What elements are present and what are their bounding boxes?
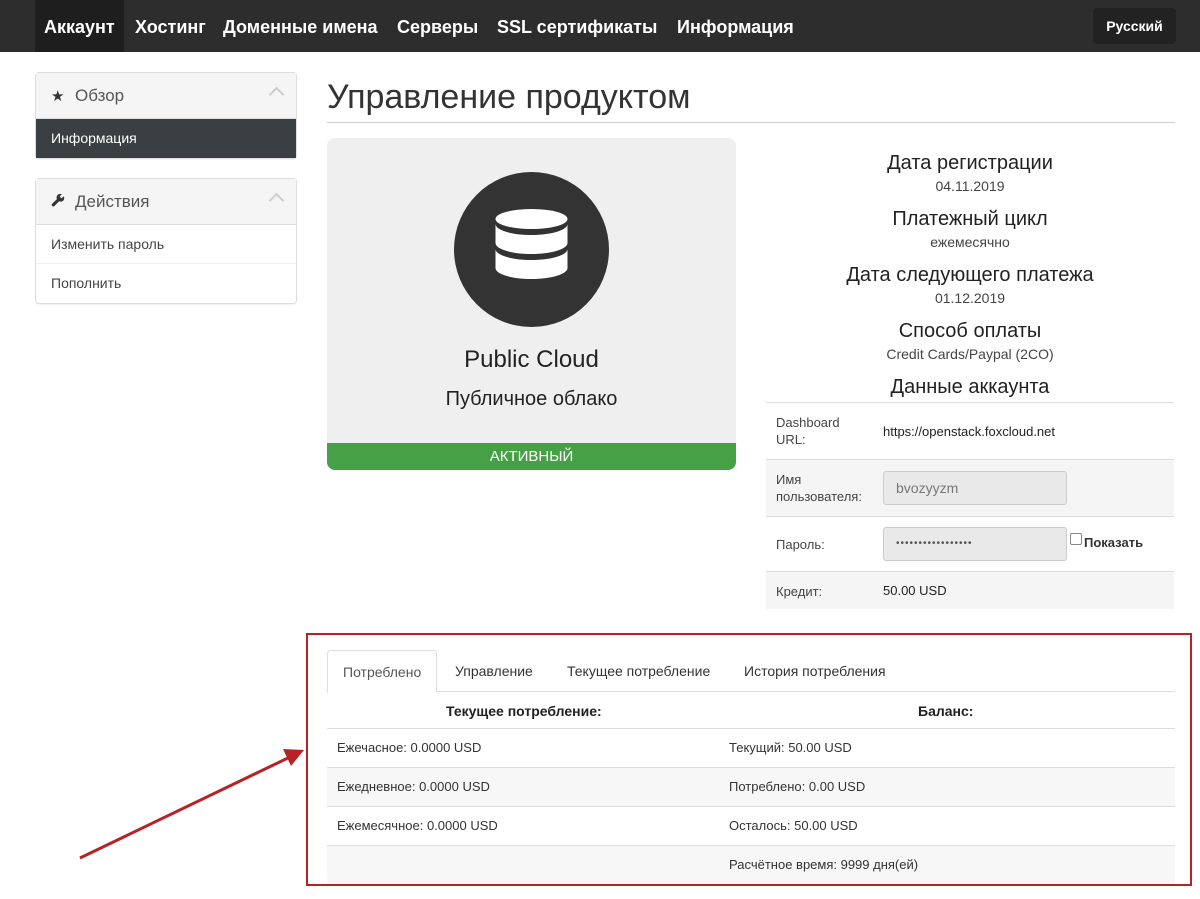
tab-bar: Потреблено Управление Текущее потреблени…: [327, 650, 1175, 693]
sidebar-item-information[interactable]: Информация: [36, 119, 296, 158]
table-row: Ежечасное: 0.0000 USD Текущий: 50.00 USD: [327, 728, 1175, 767]
panel-title-actions: Действия: [75, 192, 150, 211]
table-row: Ежедневное: 0.0000 USD Потреблено: 0.00 …: [327, 767, 1175, 806]
star-icon: ★: [51, 88, 65, 105]
database-icon: [454, 172, 609, 327]
next-payment-value: 01.12.2019: [934, 290, 1006, 306]
tab-management[interactable]: Управление: [440, 650, 548, 692]
dashboard-url-label: Dashboard URL:: [776, 414, 840, 448]
balance-header: Баланс:: [918, 703, 974, 719]
credit-value: 50.00 USD: [883, 583, 947, 598]
product-name: Public Cloud: [464, 346, 599, 373]
registration-date-value: 04.11.2019: [935, 178, 1005, 194]
nav-item-information[interactable]: Информация: [668, 0, 803, 52]
billing-cycle-label: Платежный цикл: [892, 208, 1048, 230]
account-row-password: Пароль: ••••••••••••••••• Показать: [766, 517, 1174, 572]
username-field[interactable]: bvozyyzm: [883, 471, 1067, 505]
show-password-checkbox[interactable]: [1070, 533, 1082, 545]
billing-cycle-value: ежемесячно: [930, 234, 1010, 250]
account-row-dashboard: Dashboard URL: https://openstack.foxclou…: [766, 403, 1174, 460]
current-consumption-header: Текущее потребление:: [446, 703, 602, 719]
billing-cycle-block: Платежный цикл ежемесячно: [766, 208, 1174, 250]
payment-method-label: Способ оплаты: [898, 320, 1042, 342]
estimated-time: Расчётное время: 9999 дня(ей): [729, 857, 919, 872]
registration-date-label: Дата регистрации: [887, 152, 1053, 174]
account-data-heading: Данные аккаунта: [890, 376, 1050, 398]
dashboard-url-link[interactable]: https://openstack.foxcloud.net: [883, 424, 1055, 439]
panel-title-overview: Обзор: [75, 86, 125, 105]
page-title: Управление продуктом: [327, 78, 691, 116]
consumption-table: Ежечасное: 0.0000 USD Текущий: 50.00 USD…: [327, 728, 1175, 883]
username-label-line1: Имя: [776, 472, 802, 487]
hourly-consumption: Ежечасное: 0.0000 USD: [337, 740, 482, 755]
consumed-balance: Потреблено: 0.00 USD: [729, 779, 866, 794]
language-button[interactable]: Русский: [1093, 8, 1176, 44]
top-navbar: Аккаунт Хостинг Доменные имена Серверы S…: [0, 0, 1200, 52]
tab-current-consumption[interactable]: Текущее потребление: [552, 650, 725, 692]
chevron-up-icon[interactable]: [268, 86, 285, 103]
remaining-balance: Осталось: 50.00 USD: [729, 818, 858, 833]
sidebar-panel-overview: ★ Обзор Информация: [35, 72, 297, 159]
tab-consumption-history[interactable]: История потребления: [729, 650, 901, 692]
password-field[interactable]: •••••••••••••••••: [883, 527, 1067, 561]
wrench-icon: [51, 180, 67, 226]
nav-item-account[interactable]: Аккаунт: [35, 0, 124, 52]
account-row-credit: Кредит: 50.00 USD: [766, 572, 1174, 609]
panel-header-overview[interactable]: ★ Обзор: [36, 73, 296, 119]
payment-method-value: Credit Cards/Paypal (2CO): [886, 346, 1054, 362]
account-data-heading-block: Данные аккаунта: [766, 376, 1174, 399]
status-badge: АКТИВНЫЙ: [327, 443, 736, 470]
current-balance: Текущий: 50.00 USD: [729, 740, 852, 755]
username-label: Имя пользователя:: [776, 471, 862, 505]
nav-item-servers[interactable]: Серверы: [388, 0, 487, 52]
sidebar-item-top-up[interactable]: Пополнить: [36, 264, 296, 303]
panel-header-actions[interactable]: Действия: [36, 179, 296, 225]
table-row: Ежемесячное: 0.0000 USD Осталось: 50.00 …: [327, 806, 1175, 845]
dashboard-url-label-line2: URL:: [776, 432, 806, 447]
sidebar-panel-actions: Действия Изменить пароль Пополнить: [35, 178, 297, 304]
product-subtitle: Публичное облако: [445, 388, 618, 410]
chevron-up-icon[interactable]: [268, 192, 285, 209]
username-label-line2: пользователя:: [776, 489, 862, 504]
registration-date-block: Дата регистрации 04.11.2019: [766, 152, 1174, 194]
monthly-consumption: Ежемесячное: 0.0000 USD: [337, 818, 498, 833]
tab-consumed[interactable]: Потреблено: [327, 650, 438, 693]
password-label: Пароль:: [776, 537, 825, 552]
nav-item-domains[interactable]: Доменные имена: [214, 0, 387, 52]
daily-consumption: Ежедневное: 0.0000 USD: [337, 779, 490, 794]
dashboard-url-label-line1: Dashboard: [776, 415, 840, 430]
next-payment-label: Дата следующего платежа: [846, 264, 1094, 286]
title-divider: [327, 122, 1175, 123]
table-row: Расчётное время: 9999 дня(ей): [327, 845, 1175, 883]
sidebar-item-change-password[interactable]: Изменить пароль: [36, 225, 296, 264]
account-row-username: Имя пользователя: bvozyyzm: [766, 460, 1174, 517]
nav-item-ssl[interactable]: SSL сертификаты: [488, 0, 666, 52]
show-password-label[interactable]: Показать: [1084, 535, 1143, 550]
credit-label: Кредит:: [776, 584, 823, 599]
account-data-table: Dashboard URL: https://openstack.foxclou…: [766, 402, 1174, 609]
payment-method-block: Способ оплаты Credit Cards/Paypal (2CO): [766, 320, 1174, 362]
product-card: Public Cloud Публичное облако АКТИВНЫЙ: [327, 138, 736, 470]
next-payment-block: Дата следующего платежа 01.12.2019: [766, 264, 1174, 306]
nav-item-hosting[interactable]: Хостинг: [126, 0, 215, 52]
